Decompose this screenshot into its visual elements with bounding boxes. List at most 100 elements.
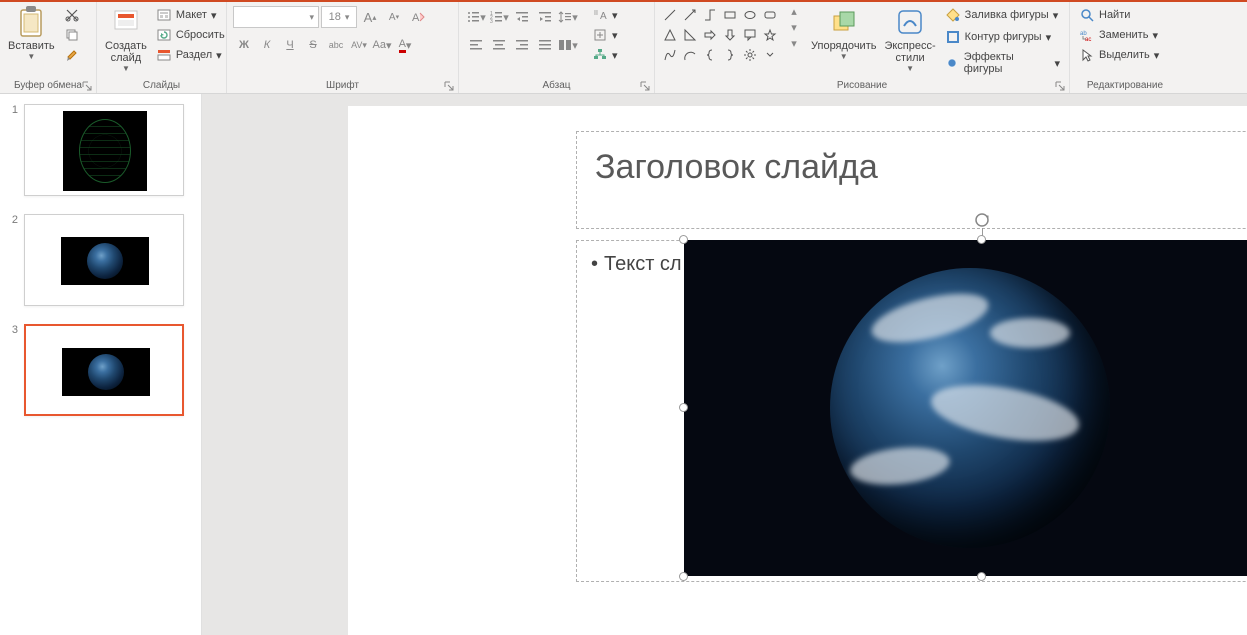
bullets-button[interactable]: ▾ bbox=[465, 6, 487, 28]
ribbon-group-slides: Создать слайд ▼ Макет ▾ Сбросить Раздел … bbox=[97, 2, 227, 93]
decrease-font-button[interactable]: A▾ bbox=[383, 6, 405, 28]
resize-handle[interactable] bbox=[977, 572, 986, 581]
replace-button[interactable]: abac Заменить ▾ bbox=[1076, 26, 1162, 44]
title-placeholder[interactable]: Заголовок слайда bbox=[576, 131, 1247, 229]
shape-outline-button[interactable]: Контур фигуры ▾ bbox=[942, 28, 1063, 46]
gallery-prev-button[interactable]: ▴ bbox=[783, 4, 805, 18]
layout-icon bbox=[156, 7, 172, 23]
arrange-label: Упорядочить bbox=[811, 40, 876, 52]
resize-handle[interactable] bbox=[679, 572, 688, 581]
slide-canvas-area[interactable]: Заголовок слайда •Текст сл bbox=[202, 94, 1247, 635]
gallery-next-button[interactable]: ▾ bbox=[783, 20, 805, 34]
copy-icon bbox=[64, 27, 80, 43]
caret-down-icon: ▼ bbox=[906, 64, 914, 73]
shape-fill-button[interactable]: Заливка фигуры ▾ bbox=[942, 6, 1063, 24]
dialog-launcher-icon[interactable] bbox=[444, 81, 454, 91]
fill-icon bbox=[945, 7, 961, 23]
ribbon-group-font: ▾ 18▾ A▴ A▾ A Ж К Ч S abc AV▾ Aa▾ A▾ Шри… bbox=[227, 2, 459, 93]
ribbon-group-clipboard: Вставить ▼ bbox=[0, 2, 97, 93]
align-justify-button[interactable] bbox=[534, 34, 556, 56]
ribbon-group-label: Буфер обмена bbox=[0, 80, 96, 93]
text-direction-button[interactable]: IIA▾ bbox=[589, 6, 621, 24]
ribbon-group-label: Рисование bbox=[655, 80, 1069, 93]
find-label: Найти bbox=[1099, 9, 1130, 21]
caret-down-icon: ▼ bbox=[27, 52, 35, 61]
arrange-button[interactable]: Упорядочить ▼ bbox=[807, 4, 880, 63]
line-spacing-button[interactable]: ▾ bbox=[557, 6, 579, 28]
ribbon-group-editing: Найти abac Заменить ▾ Выделить ▾ Редакти… bbox=[1070, 2, 1180, 93]
thumbnail-row[interactable]: 1 bbox=[6, 104, 195, 196]
title-placeholder-text: Заголовок слайда bbox=[595, 148, 1247, 187]
resize-handle[interactable] bbox=[679, 403, 688, 412]
convert-smartart-button[interactable]: ▾ bbox=[589, 46, 621, 64]
reset-icon bbox=[156, 27, 172, 43]
align-right-button[interactable] bbox=[511, 34, 533, 56]
shape-roundrect-icon bbox=[761, 6, 779, 24]
align-center-button[interactable] bbox=[488, 34, 510, 56]
dialog-launcher-icon[interactable] bbox=[82, 81, 92, 91]
shape-effects-label: Эффекты фигуры bbox=[964, 51, 1051, 75]
shape-brace-l-icon bbox=[701, 46, 719, 64]
shape-rect-icon bbox=[721, 6, 739, 24]
paste-label: Вставить bbox=[8, 40, 55, 52]
resize-handle[interactable] bbox=[977, 235, 986, 244]
increase-indent-button[interactable] bbox=[534, 6, 556, 28]
align-left-button[interactable] bbox=[465, 34, 487, 56]
smartart-icon bbox=[592, 47, 608, 63]
thumbnail-row[interactable]: 3 bbox=[6, 324, 195, 416]
new-slide-button[interactable]: Создать слайд ▼ bbox=[101, 4, 151, 75]
shapes-gallery[interactable] bbox=[659, 4, 781, 66]
caret-down-icon: ▼ bbox=[122, 64, 130, 73]
format-painter-button[interactable] bbox=[61, 46, 83, 64]
increase-font-button[interactable]: A▴ bbox=[359, 6, 381, 28]
paste-button[interactable]: Вставить ▼ bbox=[4, 4, 59, 63]
select-button[interactable]: Выделить ▾ bbox=[1076, 46, 1162, 64]
caret-down-icon: ▾ bbox=[216, 49, 222, 62]
new-slide-icon bbox=[110, 6, 142, 38]
brush-icon bbox=[64, 47, 80, 63]
svg-text:A: A bbox=[412, 12, 420, 24]
rotation-handle-icon[interactable] bbox=[974, 212, 990, 228]
numbering-button[interactable]: 123▾ bbox=[488, 6, 510, 28]
font-color-button[interactable]: A▾ bbox=[394, 34, 416, 56]
ribbon-group-paragraph: ▾ 123▾ ▾ ▾ IIA▾ ▾ ▾ bbox=[459, 2, 655, 93]
layout-button[interactable]: Макет ▾ bbox=[153, 6, 228, 24]
shape-rtriangle-icon bbox=[681, 26, 699, 44]
dialog-launcher-icon[interactable] bbox=[1055, 81, 1065, 91]
thumbnail-row[interactable]: 2 bbox=[6, 214, 195, 306]
dialog-launcher-icon[interactable] bbox=[640, 81, 650, 91]
text-direction-icon: IIA bbox=[592, 7, 608, 23]
reset-button[interactable]: Сбросить bbox=[153, 26, 228, 44]
strikethrough-button[interactable]: S bbox=[302, 34, 324, 56]
resize-handle[interactable] bbox=[679, 235, 688, 244]
font-family-input[interactable]: ▾ bbox=[233, 6, 319, 28]
svg-text:3: 3 bbox=[490, 19, 493, 24]
section-button[interactable]: Раздел ▾ bbox=[153, 46, 228, 64]
selected-image[interactable] bbox=[684, 240, 1247, 576]
shape-effects-button[interactable]: Эффекты фигуры ▾ bbox=[942, 50, 1063, 76]
columns-button[interactable]: ▾ bbox=[557, 34, 579, 56]
align-text-button[interactable]: ▾ bbox=[589, 26, 621, 44]
find-button[interactable]: Найти bbox=[1076, 6, 1162, 24]
thumbnail-number: 1 bbox=[6, 104, 18, 196]
change-case-button[interactable]: Aa▾ bbox=[371, 34, 393, 56]
text-shadow-button[interactable]: abc bbox=[325, 34, 347, 56]
font-size-input[interactable]: 18▾ bbox=[321, 6, 357, 28]
quick-styles-button[interactable]: Экспресс- стили ▼ bbox=[880, 4, 939, 75]
thumbnail-3[interactable] bbox=[24, 324, 184, 416]
decrease-indent-button[interactable] bbox=[511, 6, 533, 28]
shape-connector-icon bbox=[701, 6, 719, 24]
underline-button[interactable]: Ч bbox=[279, 34, 301, 56]
thumbnail-2[interactable] bbox=[24, 214, 184, 306]
italic-button[interactable]: К bbox=[256, 34, 278, 56]
search-icon bbox=[1079, 7, 1095, 23]
gallery-more-button[interactable]: ▾ bbox=[783, 36, 805, 50]
char-spacing-button[interactable]: AV▾ bbox=[348, 34, 370, 56]
clear-formatting-button[interactable]: A bbox=[407, 6, 429, 28]
copy-button[interactable] bbox=[61, 26, 83, 44]
bold-button[interactable]: Ж bbox=[233, 34, 255, 56]
effects-icon bbox=[945, 55, 960, 71]
cut-button[interactable] bbox=[61, 6, 83, 24]
thumbnail-1[interactable] bbox=[24, 104, 184, 196]
shape-oval-icon bbox=[741, 6, 759, 24]
